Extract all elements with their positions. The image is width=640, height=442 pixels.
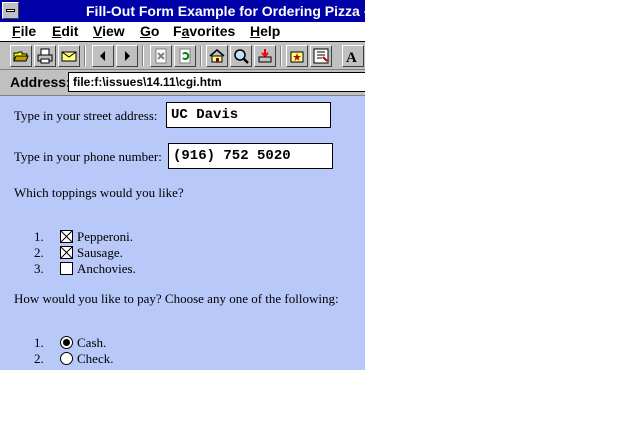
browser-window: Fill-Out Form Example for Ordering Pizza… (0, 0, 365, 370)
refresh-button[interactable] (174, 45, 196, 67)
address-input[interactable]: file:f:\issues\14.11\cgi.htm (68, 72, 365, 92)
toolbar-separator (84, 46, 86, 66)
toolbar-separator (280, 46, 282, 66)
open-icon (13, 51, 29, 62)
add-favorite-icon (313, 48, 329, 64)
font-size-button[interactable]: A (342, 45, 364, 67)
address-bar: Address: file:f:\issues\14.11\cgi.htm (0, 70, 365, 96)
menu-favorites[interactable]: Favorites (173, 23, 235, 39)
open-button[interactable] (10, 45, 32, 67)
title-bar: Fill-Out Form Example for Ordering Pizza… (0, 0, 365, 22)
menu-edit[interactable]: Edit (52, 23, 78, 39)
menu-help[interactable]: Help (250, 23, 280, 39)
favorites-button[interactable] (286, 45, 308, 67)
download-button[interactable] (254, 45, 276, 67)
system-menu-button[interactable] (2, 2, 19, 19)
street-address-label: Type in your street address: (14, 108, 158, 123)
address-label: Address: (10, 74, 71, 90)
sausage-label: Sausage. (77, 245, 123, 260)
back-button[interactable] (92, 45, 114, 67)
search-icon (234, 49, 249, 64)
mail-icon (61, 51, 77, 62)
toolbar-separator (142, 46, 144, 66)
window-title: Fill-Out Form Example for Ordering Pizza… (86, 3, 365, 19)
back-icon (100, 51, 105, 61)
print-icon (37, 48, 53, 64)
search-button[interactable] (230, 45, 252, 67)
download-icon (258, 49, 272, 63)
check-mark-icon (61, 247, 72, 258)
phone-number-label: Type in your phone number: (14, 149, 162, 164)
toppings-question: Which toppings would you like? (14, 185, 184, 200)
menu-file[interactable]: File (12, 23, 36, 39)
check-label: Check. (77, 351, 114, 366)
home-button[interactable] (206, 45, 228, 67)
phone-number-input[interactable]: (916) 752 5020 (168, 143, 333, 169)
font-size-icon: A (346, 50, 357, 64)
list-number: 2. (34, 245, 44, 260)
add-favorite-button[interactable] (310, 45, 332, 67)
list-number: 3. (34, 261, 44, 276)
toolbar-separator (200, 46, 202, 66)
check-mark-icon (61, 231, 72, 242)
mail-button[interactable] (58, 45, 80, 67)
check-radio[interactable] (60, 352, 73, 365)
menu-bar: File Edit View Go Favorites Help (0, 22, 365, 42)
list-number: 1. (34, 229, 44, 244)
forward-button[interactable] (116, 45, 138, 67)
home-icon (209, 49, 225, 63)
stop-icon (155, 48, 167, 64)
anchovies-label: Anchovies. (77, 261, 136, 276)
list-number: 1. (34, 335, 44, 350)
menu-go[interactable]: Go (140, 23, 159, 39)
radio-selected-dot (63, 339, 70, 346)
street-address-input[interactable]: UC Davis (166, 102, 331, 128)
pepperoni-checkbox[interactable] (60, 230, 73, 243)
anchovies-checkbox[interactable] (60, 262, 73, 275)
sausage-checkbox[interactable] (60, 246, 73, 259)
page-content: Type in your street address: UC Davis Ty… (0, 96, 365, 370)
pepperoni-label: Pepperoni. (77, 229, 133, 244)
system-menu-icon (6, 9, 15, 12)
cash-radio[interactable] (60, 336, 73, 349)
menu-view[interactable]: View (93, 23, 125, 39)
list-number: 2. (34, 351, 44, 366)
print-button[interactable] (34, 45, 56, 67)
refresh-icon (179, 48, 191, 64)
stop-button[interactable] (150, 45, 172, 67)
forward-icon (125, 51, 130, 61)
favorites-icon (290, 51, 304, 63)
svg-text:A: A (346, 50, 357, 64)
toolbar: A (0, 42, 365, 70)
cash-label: Cash. (77, 335, 107, 350)
payment-question: How would you like to pay? Choose any on… (14, 291, 339, 306)
